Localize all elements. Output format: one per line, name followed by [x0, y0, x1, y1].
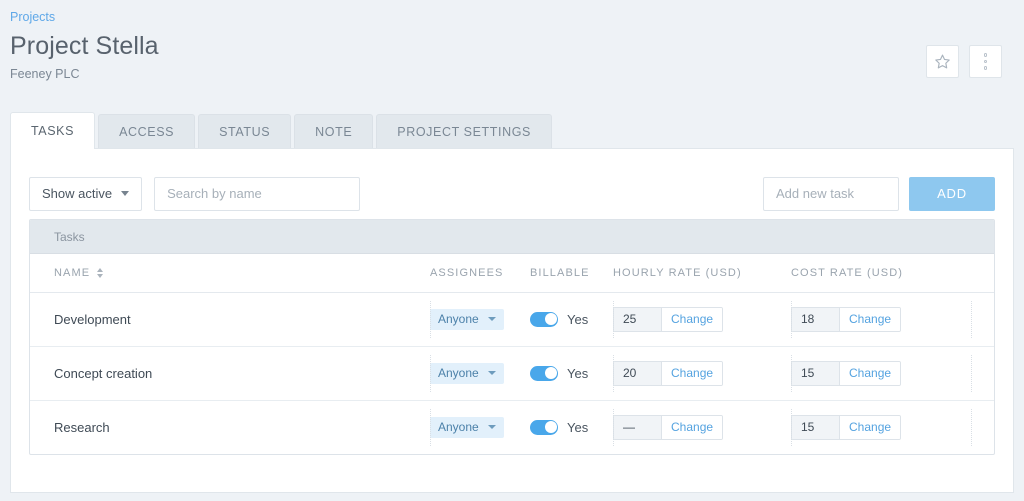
hourly-rate-value: 20: [614, 361, 662, 385]
hourly-rate-control: — Change: [613, 414, 724, 440]
star-icon: [935, 54, 950, 69]
cost-rate-change-link[interactable]: Change: [840, 307, 901, 331]
column-header-actions: [971, 254, 994, 293]
tab-tasks[interactable]: TASKS: [10, 112, 96, 149]
page-subtitle: Feeney PLC: [10, 67, 80, 81]
column-header-cost-rate: COST RATE (USD): [791, 254, 971, 293]
column-header-billable: BILLABLE: [530, 254, 613, 293]
table-band-title: Tasks: [30, 220, 994, 254]
column-header-name[interactable]: NAME: [30, 254, 430, 293]
cost-rate-value: 15: [792, 361, 840, 385]
chevron-down-icon: [487, 371, 496, 375]
hourly-rate-change-link[interactable]: Change: [662, 307, 723, 331]
hourly-rate-change-link[interactable]: Change: [662, 361, 723, 385]
task-assignee-cell: Anyone: [430, 346, 530, 400]
assignee-chip[interactable]: Anyone: [430, 362, 504, 384]
table-head: NAME ASSIGNEES BILLABLE HOURLY RATE (USD…: [30, 254, 994, 293]
task-hourly-rate-cell: 20 Change: [613, 346, 791, 400]
row-menu-button[interactable]: [971, 365, 994, 382]
dots-vertical-icon: [983, 53, 988, 70]
assignee-chip[interactable]: Anyone: [430, 308, 504, 330]
cost-rate-control: 15 Change: [791, 360, 902, 386]
chevron-down-icon: [487, 317, 496, 321]
header-actions: [926, 45, 1002, 78]
task-hourly-rate-cell: 25 Change: [613, 292, 791, 346]
task-actions-cell: [971, 400, 994, 454]
tab-bar: TASKS ACCESS STATUS NOTE PROJECT SETTING…: [0, 112, 1024, 149]
task-assignee-cell: Anyone: [430, 400, 530, 454]
billable-label: Yes: [567, 365, 589, 381]
page-header: Projects Project Stella Feeney PLC: [0, 0, 1024, 112]
breadcrumb-projects[interactable]: Projects: [10, 10, 1002, 24]
task-name: Concept creation: [54, 365, 153, 381]
table-row: Research Anyone Yes — Change 15 Change: [30, 400, 994, 454]
assignee-label: Anyone: [438, 312, 479, 326]
tasks-toolbar: Show active ADD: [11, 149, 1013, 219]
table-row: Development Anyone Yes 25 Change 18 Chan…: [30, 292, 994, 346]
tab-project-settings[interactable]: PROJECT SETTINGS: [376, 114, 552, 148]
filter-show-active-select[interactable]: Show active: [29, 176, 143, 211]
cost-rate-control: 15 Change: [791, 414, 902, 440]
row-menu-button[interactable]: [971, 311, 994, 328]
sort-arrows-icon: [97, 267, 104, 278]
table-header-row: NAME ASSIGNEES BILLABLE HOURLY RATE (USD…: [30, 254, 994, 293]
tab-access[interactable]: ACCESS: [98, 114, 196, 148]
hourly-rate-control: 20 Change: [613, 360, 724, 386]
cost-rate-value: 15: [792, 415, 840, 439]
tab-note[interactable]: NOTE: [294, 114, 374, 148]
favorite-button[interactable]: [926, 45, 959, 78]
hourly-rate-value: 25: [614, 307, 662, 331]
chevron-down-icon: [121, 191, 130, 196]
hourly-rate-change-link[interactable]: Change: [662, 415, 723, 439]
billable-toggle[interactable]: [530, 419, 558, 435]
more-options-button[interactable]: [969, 45, 1002, 78]
filter-label: Show active: [42, 186, 113, 201]
task-actions-cell: [971, 292, 994, 346]
billable-label: Yes: [567, 419, 589, 435]
cost-rate-value: 18: [792, 307, 840, 331]
column-header-name-label: NAME: [54, 266, 91, 279]
billable-label: Yes: [567, 311, 589, 327]
cost-rate-change-link[interactable]: Change: [840, 361, 901, 385]
tasks-table-card: Tasks NAME ASSIGNEES BILLABLE HOURLY RAT…: [29, 219, 995, 455]
assignee-label: Anyone: [438, 366, 479, 380]
hourly-rate-value: —: [614, 415, 662, 439]
cost-rate-change-link[interactable]: Change: [840, 415, 901, 439]
billable-toggle[interactable]: [530, 365, 558, 381]
task-actions-cell: [971, 346, 994, 400]
add-new-task-input[interactable]: [763, 176, 899, 211]
task-cost-rate-cell: 15 Change: [791, 346, 971, 400]
task-billable-cell: Yes: [530, 346, 613, 400]
cost-rate-control: 18 Change: [791, 306, 902, 332]
task-hourly-rate-cell: — Change: [613, 400, 791, 454]
hourly-rate-control: 25 Change: [613, 306, 724, 332]
add-task-button[interactable]: ADD: [909, 176, 995, 211]
search-input[interactable]: [154, 176, 361, 211]
table-row: Concept creation Anyone Yes 20 Change 15…: [30, 346, 994, 400]
page-title: Project Stella: [10, 32, 159, 60]
assignee-label: Anyone: [438, 420, 479, 435]
task-billable-cell: Yes: [530, 400, 613, 454]
task-billable-cell: Yes: [530, 292, 613, 346]
tasks-panel: Show active ADD Tasks NAME: [10, 148, 1014, 493]
tasks-table: NAME ASSIGNEES BILLABLE HOURLY RATE (USD…: [30, 254, 994, 454]
chevron-down-icon: [487, 425, 496, 430]
billable-toggle[interactable]: [530, 311, 558, 327]
assignee-chip[interactable]: Anyone: [430, 416, 504, 438]
toolbar-right-group: ADD: [763, 176, 995, 211]
column-header-hourly-rate: HOURLY RATE (USD): [613, 254, 791, 293]
task-assignee-cell: Anyone: [430, 292, 530, 346]
task-name: Development: [54, 311, 131, 327]
task-cost-rate-cell: 18 Change: [791, 292, 971, 346]
task-cost-rate-cell: 15 Change: [791, 400, 971, 454]
table-body: Development Anyone Yes 25 Change 18 Chan…: [30, 292, 994, 454]
tab-status[interactable]: STATUS: [198, 114, 292, 148]
column-header-assignees: ASSIGNEES: [430, 254, 530, 293]
row-menu-button[interactable]: [971, 419, 994, 436]
task-name: Research: [54, 419, 110, 435]
